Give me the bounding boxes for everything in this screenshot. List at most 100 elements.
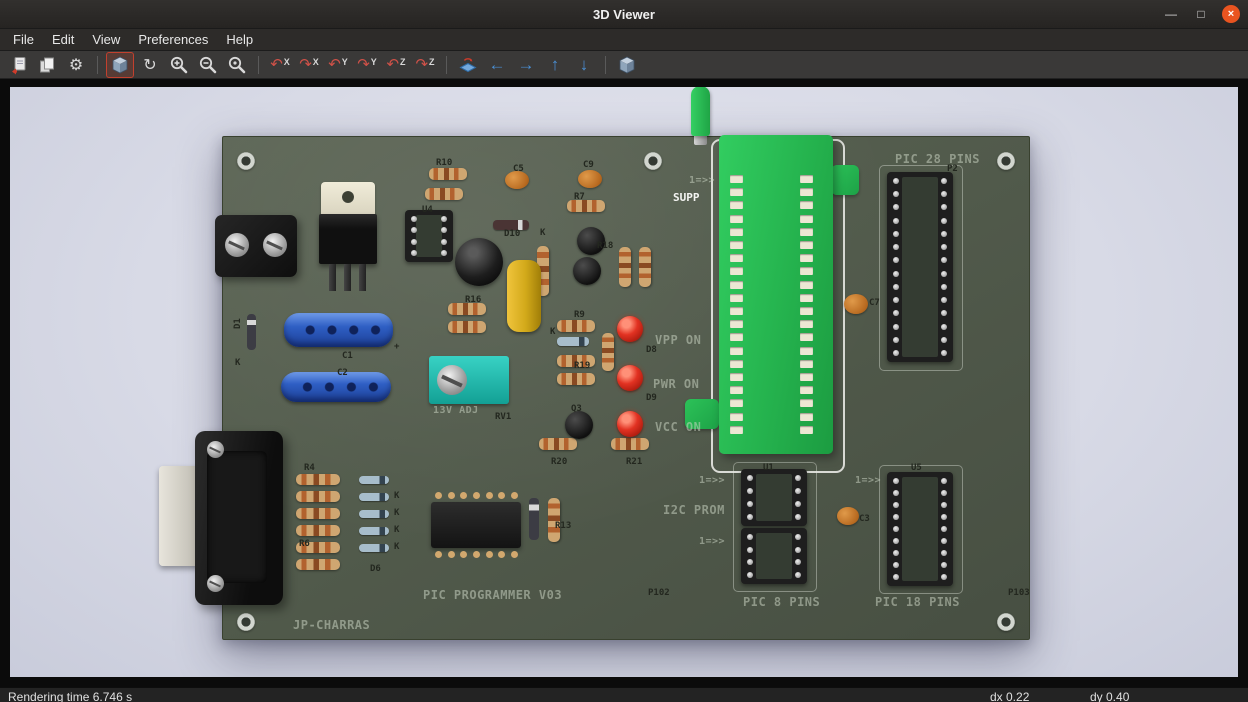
toolbar-separator — [97, 56, 98, 74]
rotate-z-cw-icon[interactable]: ↷Z — [412, 53, 438, 77]
zif-tab — [685, 399, 719, 429]
zif-pin-hole — [730, 281, 743, 289]
menu-view[interactable]: View — [83, 30, 129, 49]
ic-leg — [486, 551, 493, 558]
capacitor-axial-blue — [284, 313, 393, 347]
menu-help[interactable]: Help — [217, 30, 262, 49]
menu-edit[interactable]: Edit — [43, 30, 83, 49]
socket-pin — [441, 227, 447, 233]
zif-pin-hole — [800, 294, 813, 302]
socket-pin — [747, 547, 753, 553]
window-controls: — □ × — [1162, 0, 1240, 28]
titlebar[interactable]: 3D Viewer —□× — [0, 0, 1248, 29]
ic-leg — [511, 551, 518, 558]
silkscreen-label: K — [394, 542, 399, 552]
viewport-frame: PIC 28 PINSVPP ONPWR ONVCC ONI2C PROMPIC… — [0, 79, 1248, 687]
menu-file[interactable]: File — [4, 30, 43, 49]
rotate-x-cw-icon[interactable]: ↷X — [296, 53, 322, 77]
ortho-view-icon[interactable] — [614, 53, 640, 77]
zoom-out-icon[interactable] — [195, 53, 221, 77]
capacitor-yellow — [507, 260, 541, 332]
zif-pin-hole — [800, 426, 813, 434]
copy-image-icon[interactable] — [34, 53, 60, 77]
zif-pin-hole — [730, 201, 743, 209]
menubar: FileEditViewPreferencesHelp — [0, 29, 1248, 51]
silkscreen-label: D9 — [646, 393, 657, 403]
terminal-screw — [263, 233, 287, 257]
resistor — [448, 321, 486, 333]
move-right-icon[interactable]: → — [513, 53, 539, 77]
zoom-in-icon[interactable] — [166, 53, 192, 77]
close-button[interactable]: × — [1222, 5, 1240, 23]
zif-pin-hole — [800, 399, 813, 407]
zoom-fit-icon[interactable] — [224, 53, 250, 77]
move-left-icon[interactable]: ← — [484, 53, 510, 77]
zif-pin-hole — [800, 267, 813, 275]
zif-pin-hole — [800, 386, 813, 394]
socket-pin — [893, 324, 899, 330]
zif-pin-hole — [730, 333, 743, 341]
menu-preferences[interactable]: Preferences — [129, 30, 217, 49]
rendering-time-label: Rendering time 6.746 s — [8, 690, 132, 702]
zif-lever — [691, 87, 710, 136]
silkscreen-label: PIC 18 PINS — [875, 595, 960, 609]
rotate-z-ccw-icon[interactable]: ↶Z — [383, 53, 409, 77]
zif-pin-hole — [800, 188, 813, 196]
socket-pin — [941, 350, 947, 356]
zif-pin-hole — [800, 320, 813, 328]
zif-tab — [831, 165, 859, 195]
capacitor-axial-blue — [281, 372, 391, 402]
resistor — [429, 168, 467, 180]
socket-pin — [893, 231, 899, 237]
zif-pin-hole — [730, 399, 743, 407]
resistor — [548, 498, 560, 542]
rotate-y-ccw-icon[interactable]: ↶Y — [325, 53, 351, 77]
redraw-icon[interactable]: ↻ — [137, 53, 163, 77]
zif-pin-hole — [730, 241, 743, 249]
statusbar: Rendering time 6.746 s dx 0.22 dy 0.40 — [0, 687, 1248, 702]
mounting-hole — [997, 152, 1015, 170]
app-window: 3D Viewer —□× FileEditViewPreferencesHel… — [0, 0, 1248, 702]
3d-canvas[interactable]: PIC 28 PINSVPP ONPWR ONVCC ONI2C PROMPIC… — [10, 87, 1238, 677]
silkscreen-label: P102 — [648, 588, 670, 598]
diode — [359, 476, 389, 484]
silkscreen-label: C3 — [859, 514, 870, 524]
silkscreen-label: K — [394, 508, 399, 518]
silkscreen-label: K — [394, 525, 399, 535]
move-down-icon[interactable]: ↓ — [571, 53, 597, 77]
zif-pin-hole — [800, 333, 813, 341]
socket-pin — [795, 501, 801, 507]
minimize-button[interactable]: — — [1162, 5, 1180, 23]
render-current-view-icon[interactable] — [106, 52, 134, 78]
silkscreen-label: K — [550, 327, 555, 337]
rotate-y-cw-icon[interactable]: ↷Y — [354, 53, 380, 77]
db9-face — [207, 451, 267, 583]
zif-pin-hole — [800, 347, 813, 355]
silkscreen-label: R20 — [551, 457, 567, 467]
dip-socket-28pin — [887, 172, 953, 362]
socket-pin — [893, 350, 899, 356]
silkscreen-label: + — [394, 342, 399, 352]
led-red — [617, 365, 643, 391]
silkscreen-label: PIC PROGRAMMER V03 — [423, 588, 562, 602]
silkscreen-label: D1 — [233, 318, 243, 329]
socket-pin — [893, 244, 899, 250]
flip-board-icon[interactable] — [455, 53, 481, 77]
render-options-icon[interactable]: ⚙ — [63, 53, 89, 77]
silkscreen-label: R9 — [574, 310, 585, 320]
voltage-regulator — [319, 182, 377, 294]
socket-pin — [411, 250, 417, 256]
maximize-button[interactable]: □ — [1192, 5, 1210, 23]
resistor — [425, 188, 463, 200]
move-up-icon[interactable]: ↑ — [542, 53, 568, 77]
zif-pin-hole — [730, 426, 743, 434]
regulator-leg — [344, 264, 351, 291]
diode — [529, 498, 539, 540]
socket-pin — [941, 514, 947, 520]
silkscreen-label: K — [394, 491, 399, 501]
dip-socket-8pin — [741, 528, 807, 584]
ic-leg — [473, 551, 480, 558]
export-image-button[interactable] — [5, 53, 31, 77]
socket-pin — [941, 218, 947, 224]
rotate-x-ccw-icon[interactable]: ↶X — [267, 53, 293, 77]
